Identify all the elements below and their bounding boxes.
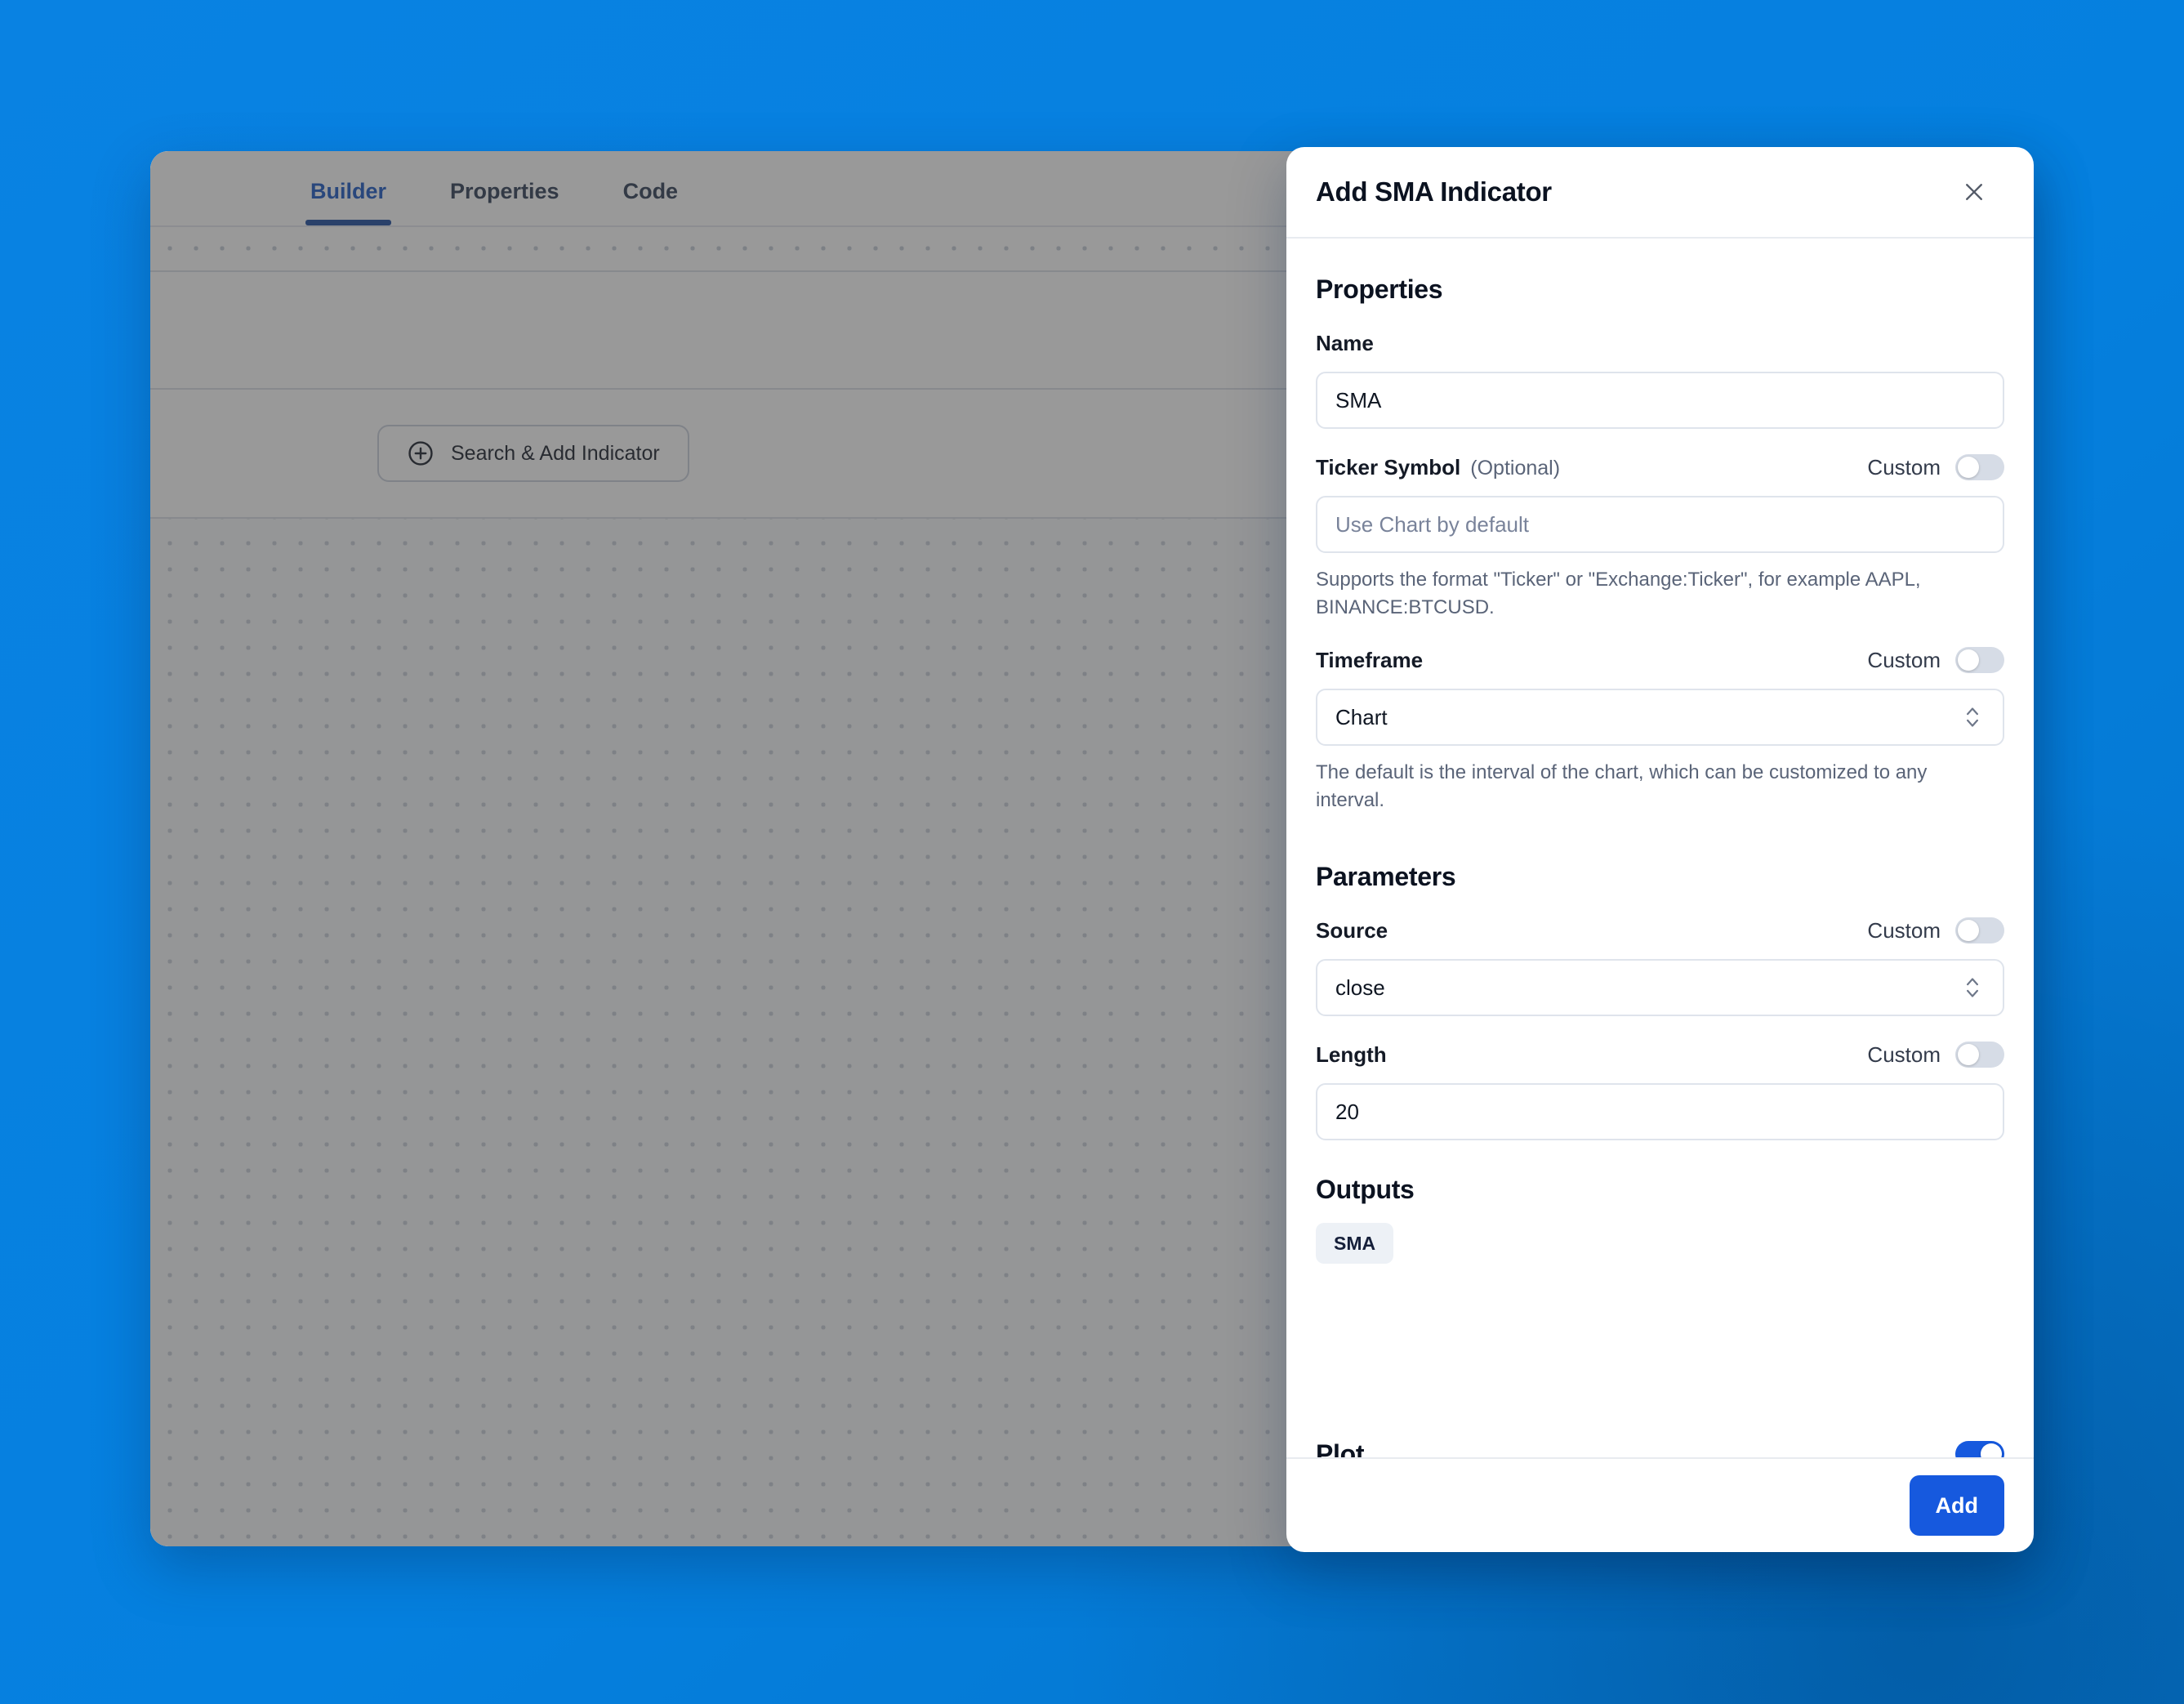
timeframe-help: The default is the interval of the chart…	[1316, 761, 1928, 812]
ticker-custom-label: Custom	[1867, 454, 1941, 480]
source-custom-toggle[interactable]	[1955, 917, 2004, 944]
output-chip: SMA	[1316, 1223, 1394, 1265]
dialog-header: Add SMA Indicator	[1286, 147, 2034, 239]
field-name-label-row: Name	[1316, 326, 2004, 360]
add-button[interactable]: Add	[1909, 1475, 2004, 1536]
ticker-symbol-help: Supports the format "Ticker" or "Exchang…	[1316, 569, 1921, 619]
timeframe-custom-toggle[interactable]	[1955, 647, 2004, 674]
source-select-value: close	[1335, 975, 1385, 1000]
source-custom-label: Custom	[1867, 917, 1941, 943]
field-source: Source Custom close	[1316, 913, 2004, 1017]
length-input-value: 20	[1335, 1099, 1359, 1124]
add-indicator-dialog: Add SMA Indicator Properties Name SMA Ti…	[1286, 147, 2034, 1552]
chevron-updown-icon	[1963, 703, 1985, 731]
field-length-label: Length	[1316, 1042, 1387, 1067]
field-timeframe-label-row: Timeframe Custom	[1316, 643, 2004, 677]
length-custom-group: Custom	[1867, 1042, 2004, 1068]
section-heading-plot-row: Plot	[1316, 1433, 2004, 1457]
length-custom-toggle-knob	[1958, 1044, 1979, 1066]
source-custom-toggle-knob	[1958, 920, 1979, 942]
field-name-label: Name	[1316, 330, 1374, 355]
field-ticker-label-text: Ticker Symbol	[1316, 454, 1461, 480]
field-source-label: Source	[1316, 917, 1388, 943]
field-timeframe-label: Timeframe	[1316, 647, 1424, 672]
search-add-indicator-button[interactable]: Search & Add Indicator	[377, 425, 689, 482]
field-ticker-optional-text: (Optional)	[1470, 456, 1561, 480]
ticker-custom-group: Custom	[1867, 454, 2004, 480]
tab-builder-label: Builder	[310, 179, 387, 203]
search-add-indicator-label: Search & Add Indicator	[451, 441, 660, 465]
tab-properties[interactable]: Properties	[445, 179, 564, 225]
field-source-label-row: Source Custom	[1316, 913, 2004, 948]
field-length: Length Custom 20	[1316, 1037, 2004, 1141]
section-heading-parameters: Parameters	[1316, 862, 1456, 892]
plus-circle-icon	[407, 439, 435, 467]
field-name: Name SMA	[1316, 326, 2004, 429]
name-input[interactable]: SMA	[1316, 372, 2004, 429]
source-select[interactable]: close	[1316, 959, 2004, 1017]
section-heading-outputs: Outputs	[1316, 1175, 1415, 1205]
field-ticker-label: Ticker Symbol (Optional)	[1316, 455, 1560, 480]
length-input[interactable]: 20	[1316, 1083, 2004, 1141]
field-ticker-label-row: Ticker Symbol (Optional) Custom	[1316, 450, 2004, 484]
length-custom-label: Custom	[1867, 1042, 1941, 1067]
tab-code[interactable]: Code	[618, 179, 684, 225]
chevron-updown-icon	[1963, 974, 1985, 1001]
timeframe-select[interactable]: Chart	[1316, 689, 2004, 747]
tab-builder[interactable]: Builder	[305, 179, 392, 225]
timeframe-custom-toggle-knob	[1958, 649, 1979, 671]
ticker-custom-toggle[interactable]	[1955, 454, 2004, 480]
dialog-title: Add SMA Indicator	[1316, 176, 1552, 207]
source-custom-group: Custom	[1867, 917, 2004, 944]
tab-code-label: Code	[622, 179, 679, 203]
outputs-chip-list: SMA	[1316, 1223, 2004, 1265]
plot-toggle[interactable]	[1955, 1441, 2004, 1457]
timeframe-select-value: Chart	[1335, 704, 1388, 729]
section-heading-properties: Properties	[1316, 274, 1443, 304]
length-custom-toggle[interactable]	[1955, 1042, 2004, 1068]
close-icon[interactable]	[1954, 172, 1995, 212]
timeframe-custom-label: Custom	[1867, 647, 1941, 672]
plot-toggle-knob	[1981, 1443, 2002, 1457]
dialog-footer: Add	[1286, 1457, 2034, 1552]
section-heading-plot: Plot	[1316, 1439, 1365, 1458]
tab-properties-label: Properties	[450, 179, 559, 203]
ticker-custom-toggle-knob	[1958, 457, 1979, 478]
dialog-body[interactable]: Properties Name SMA Ticker Symbol (Optio…	[1286, 239, 2034, 1457]
ticker-symbol-input[interactable]: Use Chart by default	[1316, 496, 2004, 553]
timeframe-custom-group: Custom	[1867, 647, 2004, 674]
field-length-label-row: Length Custom	[1316, 1037, 2004, 1072]
ticker-symbol-placeholder: Use Chart by default	[1335, 511, 1530, 537]
field-ticker-symbol: Ticker Symbol (Optional) Custom Use Char…	[1316, 450, 2004, 622]
field-timeframe: Timeframe Custom Chart The default is th…	[1316, 643, 2004, 814]
name-input-value: SMA	[1335, 387, 1382, 413]
